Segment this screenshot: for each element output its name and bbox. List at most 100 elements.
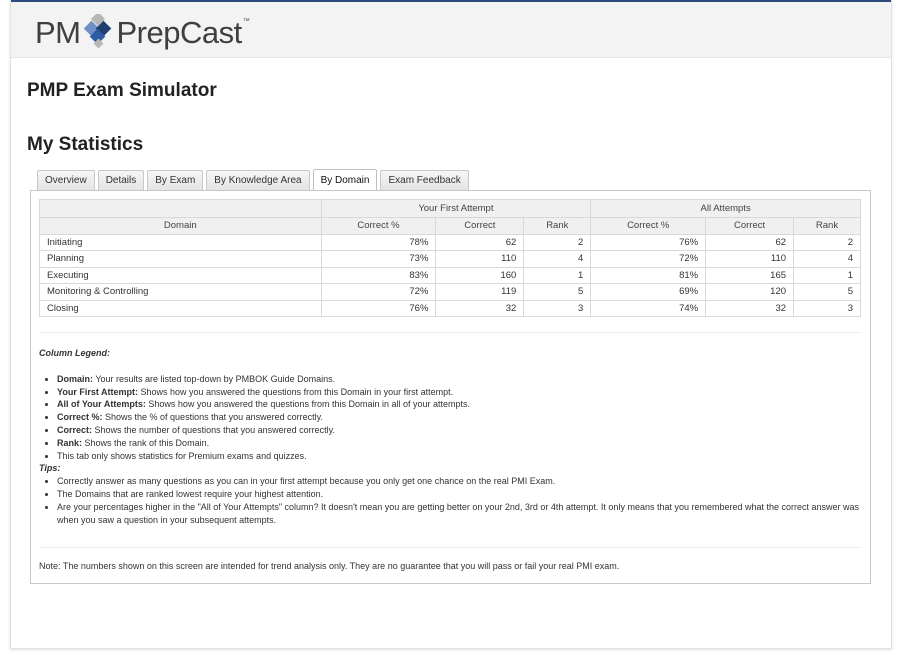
- all-correct-pct-cell: 74%: [590, 299, 707, 317]
- domain-cell: Monitoring & Controlling: [39, 283, 322, 301]
- legend-item: Rank: Shows the rank of this Domain.: [57, 437, 861, 450]
- pm-prepcast-logo[interactable]: PM PrepCast ™: [35, 12, 250, 52]
- all-rank-cell: 3: [793, 299, 861, 317]
- legend-term: Correct:: [57, 424, 93, 435]
- section-divider: [39, 332, 861, 333]
- domain-cell: Initiating: [39, 233, 322, 251]
- group-header-first-attempt: Your First Attempt: [320, 199, 592, 218]
- domain-cell: Planning: [39, 250, 322, 268]
- legend-item: Domain: Your results are listed top-down…: [57, 373, 861, 386]
- table-row: Closing 76% 32 3 74% 32 3: [39, 299, 861, 317]
- all-correct-cell: 62: [705, 233, 795, 251]
- statistics-tabs: Overview Details By Exam By Knowledge Ar…: [37, 169, 469, 191]
- legend-item: Correct %: Shows the % of questions that…: [57, 411, 861, 424]
- legend-term: Correct %:: [57, 412, 103, 423]
- first-rank-cell: 1: [523, 266, 592, 284]
- tab-by-domain[interactable]: By Domain: [312, 169, 378, 191]
- column-header-first-rank: Rank: [523, 217, 592, 235]
- group-header-all-attempts: All Attempts: [590, 199, 861, 218]
- legend-text: Shows the % of questions that you answer…: [102, 412, 323, 423]
- column-header-domain: Domain: [39, 217, 322, 235]
- column-legend: Column Legend: Domain: Your results are …: [39, 347, 861, 526]
- table-row: Monitoring & Controlling 72% 119 5 69% 1…: [39, 283, 861, 301]
- all-correct-cell: 110: [705, 250, 795, 268]
- legend-item: This tab only shows statistics for Premi…: [57, 450, 861, 463]
- all-correct-cell: 32: [705, 299, 795, 317]
- tip-item: The Domains that are ranked lowest requi…: [57, 488, 861, 501]
- tab-overview[interactable]: Overview: [37, 170, 95, 190]
- legend-text: Shows how you answered the questions fro…: [145, 399, 471, 410]
- all-correct-pct-cell: 81%: [590, 266, 707, 284]
- tips-list: Correctly answer as many questions as yo…: [39, 475, 861, 526]
- all-rank-cell: 1: [793, 266, 861, 284]
- tab-details[interactable]: Details: [97, 170, 145, 190]
- table-row: Initiating 78% 62 2 76% 62 2: [39, 233, 861, 251]
- legend-item: Correct: Shows the number of questions t…: [57, 424, 861, 437]
- first-correct-cell: 110: [435, 250, 525, 268]
- first-correct-pct-cell: 78%: [320, 233, 437, 251]
- tip-item: Correctly answer as many questions as yo…: [57, 475, 861, 488]
- table-column-header-row: Domain Correct % Correct Rank Correct % …: [39, 217, 861, 235]
- column-header-first-correct: Correct: [435, 217, 525, 235]
- first-rank-cell: 4: [523, 250, 592, 268]
- first-correct-pct-cell: 73%: [320, 250, 437, 268]
- first-correct-cell: 119: [435, 283, 525, 301]
- first-rank-cell: 3: [523, 299, 592, 317]
- all-rank-cell: 5: [793, 283, 861, 301]
- all-correct-cell: 120: [705, 283, 795, 301]
- first-correct-cell: 32: [435, 299, 525, 317]
- logo-trademark: ™: [242, 18, 250, 25]
- first-correct-cell: 62: [435, 233, 525, 251]
- table-group-header-row: Your First Attempt All Attempts: [39, 199, 861, 218]
- all-correct-pct-cell: 69%: [590, 283, 707, 301]
- domain-cell: Executing: [39, 266, 322, 284]
- tab-by-exam[interactable]: By Exam: [147, 170, 204, 190]
- app-frame: PM PrepCast ™ PMP Exam Simulator My Stat…: [10, 0, 892, 649]
- section-title: My Statistics: [27, 134, 144, 155]
- all-rank-cell: 2: [793, 233, 861, 251]
- all-correct-pct-cell: 76%: [590, 233, 707, 251]
- page-title: PMP Exam Simulator: [27, 80, 217, 101]
- all-rank-cell: 4: [793, 250, 861, 268]
- first-rank-cell: 2: [523, 233, 592, 251]
- legend-term: Domain:: [57, 373, 93, 384]
- domain-statistics-table: Your First Attempt All Attempts Domain C…: [39, 199, 861, 317]
- legend-term: Rank:: [57, 437, 83, 448]
- legend-item: Your First Attempt: Shows how you answer…: [57, 386, 861, 399]
- tab-by-knowledge-area[interactable]: By Knowledge Area: [206, 170, 310, 190]
- legend-text: Shows how you answered the questions fro…: [138, 386, 454, 397]
- table-row: Planning 73% 110 4 72% 110 4: [39, 250, 861, 268]
- first-rank-cell: 5: [523, 283, 592, 301]
- disclaimer-note: Note: The numbers shown on this screen a…: [39, 561, 620, 571]
- tab-exam-feedback[interactable]: Exam Feedback: [380, 170, 469, 190]
- note-divider: [39, 547, 861, 548]
- legend-term: Your First Attempt:: [57, 386, 138, 397]
- column-header-first-correct-pct: Correct %: [320, 217, 437, 235]
- tip-item: Are your percentages higher in the "All …: [57, 501, 861, 527]
- logo-text-prepcast: PrepCast: [116, 14, 243, 50]
- legend-text: This tab only shows statistics for Premi…: [57, 450, 307, 461]
- diamond-logo-icon: [83, 14, 111, 49]
- first-correct-pct-cell: 76%: [320, 299, 437, 317]
- column-header-all-rank: Rank: [793, 217, 861, 235]
- site-header: PM PrepCast ™: [11, 2, 891, 58]
- legend-item: All of Your Attempts: Shows how you answ…: [57, 398, 861, 411]
- first-correct-pct-cell: 83%: [320, 266, 437, 284]
- all-correct-pct-cell: 72%: [590, 250, 707, 268]
- first-correct-cell: 160: [435, 266, 525, 284]
- legend-text: Shows the number of questions that you a…: [92, 424, 335, 435]
- legend-text: Your results are listed top-down by PMBO…: [93, 373, 336, 384]
- legend-text: Shows the rank of this Domain.: [82, 437, 210, 448]
- column-header-all-correct: Correct: [705, 217, 795, 235]
- domain-cell: Closing: [39, 299, 322, 317]
- tips-heading: Tips:: [39, 463, 61, 474]
- all-correct-cell: 165: [705, 266, 795, 284]
- legend-heading: Column Legend:: [39, 348, 110, 358]
- legend-term: All of Your Attempts:: [57, 399, 146, 410]
- table-row: Executing 83% 160 1 81% 165 1: [39, 266, 861, 284]
- group-header-blank: [39, 199, 322, 218]
- first-correct-pct-cell: 72%: [320, 283, 437, 301]
- column-header-all-correct-pct: Correct %: [590, 217, 707, 235]
- by-domain-panel: Your First Attempt All Attempts Domain C…: [30, 190, 871, 584]
- legend-list: Domain: Your results are listed top-down…: [39, 373, 861, 463]
